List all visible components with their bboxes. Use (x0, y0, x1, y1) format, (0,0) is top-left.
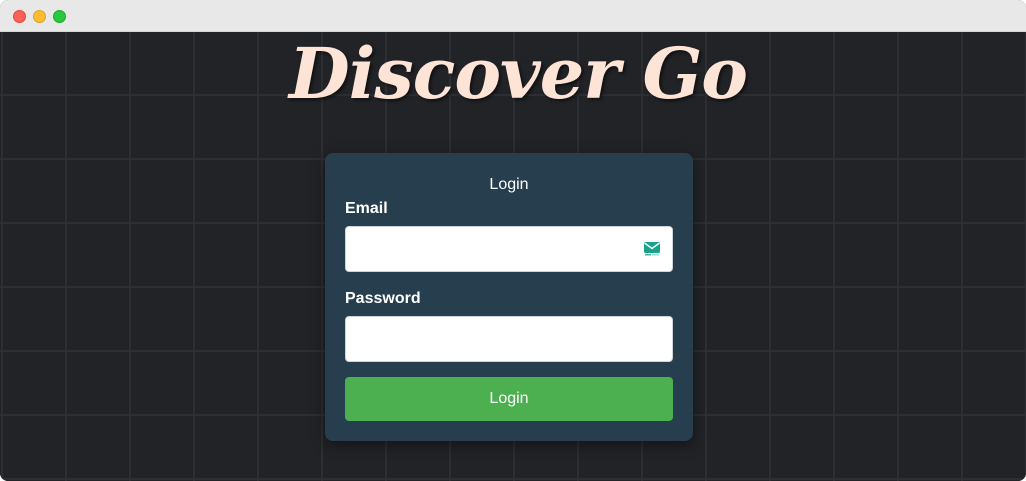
browser-window: Discover Go Login Email Password Login (0, 0, 1026, 481)
password-input[interactable] (345, 316, 673, 362)
password-label: Password (345, 290, 421, 307)
window-titlebar (0, 0, 1026, 32)
login-heading: Login (489, 176, 529, 193)
maximize-window-button[interactable] (53, 10, 66, 23)
email-input[interactable] (345, 226, 673, 272)
email-label: Email (345, 200, 388, 217)
brand-title: Discover Go (289, 32, 748, 115)
mail-icon[interactable] (643, 241, 661, 257)
login-card: Login Email Password Login (325, 153, 693, 441)
close-window-button[interactable] (13, 10, 26, 23)
page-content: Discover Go Login Email Password Login (0, 32, 1026, 481)
login-button[interactable]: Login (345, 377, 673, 421)
minimize-window-button[interactable] (33, 10, 46, 23)
